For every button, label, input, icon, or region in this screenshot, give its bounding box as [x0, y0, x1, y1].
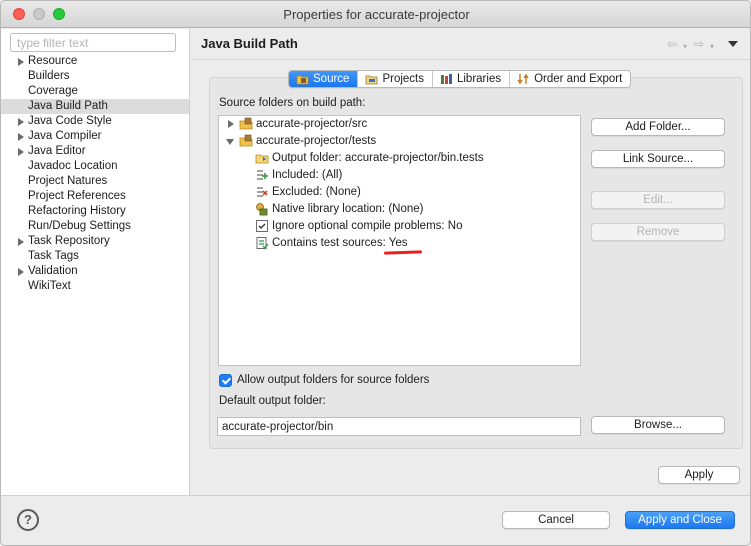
- allow-output-label[interactable]: Allow output folders for source folders: [237, 374, 429, 386]
- category-panel: Resource Builders Coverage Java Build Pa…: [1, 29, 190, 495]
- order-export-icon: [517, 73, 529, 85]
- link-source-button[interactable]: Link Source...: [591, 150, 725, 168]
- test-source-icon: [256, 237, 269, 250]
- tab-projects[interactable]: Projects: [357, 71, 432, 87]
- page-header: Java Build Path ⇦ ▾ ⇨ ▾: [191, 29, 750, 60]
- source-folder-icon: [296, 75, 309, 85]
- browse-button[interactable]: Browse...: [591, 416, 725, 434]
- collapse-arrow-icon[interactable]: [226, 139, 234, 145]
- nav-item-validation[interactable]: Validation: [1, 264, 189, 279]
- source-folder-tree[interactable]: accurate-projector/src accurate-projecto…: [218, 115, 581, 366]
- nav-item-refactoring-history[interactable]: Refactoring History: [1, 204, 189, 219]
- nav-item-task-tags[interactable]: Task Tags: [1, 249, 189, 264]
- nav-item-builders[interactable]: Builders: [1, 69, 189, 84]
- inclusion-filter-icon: [257, 170, 268, 180]
- expand-arrow-icon[interactable]: [18, 238, 24, 246]
- category-tree: Resource Builders Coverage Java Build Pa…: [1, 54, 189, 294]
- nav-item-resource[interactable]: Resource: [1, 54, 189, 69]
- expand-arrow-icon[interactable]: [18, 118, 24, 126]
- nav-item-task-repository[interactable]: Task Repository: [1, 234, 189, 249]
- default-output-input[interactable]: [217, 417, 581, 436]
- package-folder-icon: [239, 117, 253, 130]
- nav-item-java-code-style[interactable]: Java Code Style: [1, 114, 189, 129]
- edit-button[interactable]: Edit...: [591, 191, 725, 209]
- projects-icon: [366, 75, 378, 85]
- nav-item-javadoc-location[interactable]: Javadoc Location: [1, 159, 189, 174]
- remove-button[interactable]: Remove: [591, 223, 725, 241]
- nav-item-run-debug-settings[interactable]: Run/Debug Settings: [1, 219, 189, 234]
- expand-arrow-icon[interactable]: [18, 268, 24, 276]
- expand-arrow-icon[interactable]: [18, 133, 24, 141]
- nav-item-java-compiler[interactable]: Java Compiler: [1, 129, 189, 144]
- source-folders-label: Source folders on build path:: [219, 97, 366, 109]
- forward-arrow-icon[interactable]: ⇨: [694, 38, 704, 50]
- nav-item-project-references[interactable]: Project References: [1, 189, 189, 204]
- expand-arrow-icon[interactable]: [228, 120, 234, 128]
- back-dropdown-icon[interactable]: ▾: [683, 41, 687, 53]
- tab-libraries[interactable]: Libraries: [431, 71, 509, 87]
- native-library-icon: [256, 203, 268, 216]
- ignore-problems-icon: [256, 220, 268, 232]
- expand-arrow-icon[interactable]: [18, 58, 24, 66]
- tab-order-export[interactable]: Order and Export: [509, 71, 630, 87]
- properties-dialog: Properties for accurate-projector Resour…: [0, 0, 751, 546]
- default-output-label: Default output folder:: [219, 395, 326, 407]
- package-folder-icon: [239, 134, 253, 147]
- nav-item-project-natures[interactable]: Project Natures: [1, 174, 189, 189]
- apply-and-close-button[interactable]: Apply and Close: [625, 511, 735, 529]
- title-bar: Properties for accurate-projector: [1, 1, 750, 28]
- footer-divider: [1, 495, 750, 496]
- filter-input[interactable]: [10, 33, 176, 52]
- window-title: Properties for accurate-projector: [283, 7, 470, 22]
- cancel-button[interactable]: Cancel: [502, 511, 610, 529]
- nav-item-coverage[interactable]: Coverage: [1, 84, 189, 99]
- page-title: Java Build Path: [201, 36, 298, 51]
- back-arrow-icon[interactable]: ⇦: [667, 38, 677, 50]
- add-folder-button[interactable]: Add Folder...: [591, 118, 725, 136]
- build-path-tabs: Source Projects Libraries Order and Expo…: [288, 70, 632, 88]
- expand-arrow-icon[interactable]: [18, 148, 24, 156]
- header-divider: [191, 59, 750, 60]
- output-folder-icon: [255, 154, 269, 164]
- help-icon[interactable]: ?: [17, 509, 39, 531]
- allow-output-checkbox[interactable]: [219, 374, 232, 387]
- nav-item-java-build-path[interactable]: Java Build Path: [1, 99, 189, 114]
- libraries-icon: [440, 74, 452, 84]
- nav-item-wikitext[interactable]: WikiText: [1, 279, 189, 294]
- view-menu-icon[interactable]: [728, 41, 738, 47]
- forward-dropdown-icon[interactable]: ▾: [710, 41, 714, 53]
- tab-source[interactable]: Source: [289, 71, 358, 87]
- nav-item-java-editor[interactable]: Java Editor: [1, 144, 189, 159]
- exclusion-filter-icon: [257, 187, 268, 197]
- apply-button[interactable]: Apply: [658, 466, 740, 484]
